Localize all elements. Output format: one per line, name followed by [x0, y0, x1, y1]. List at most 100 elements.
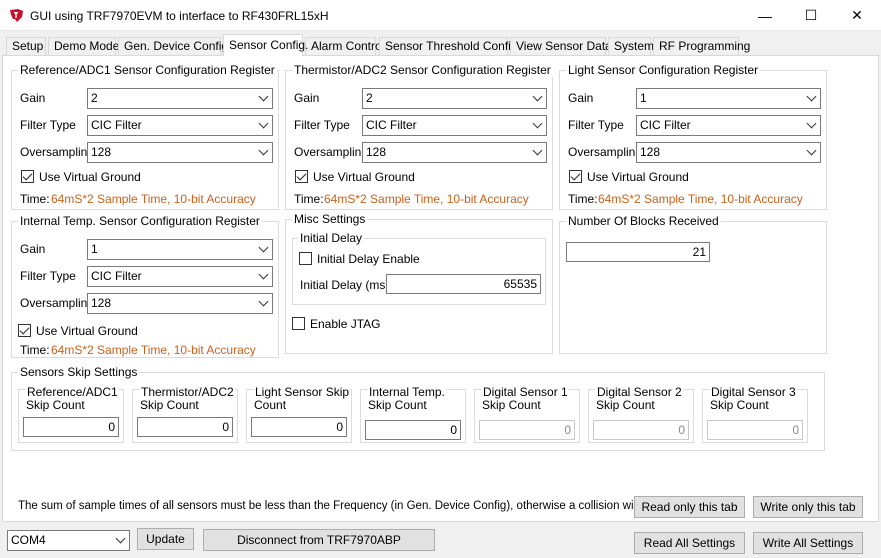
chevron-down-icon [258, 145, 269, 156]
oversampling-label: Oversampling [20, 296, 95, 310]
skip-thermistor-label: Thermistor/ADC2 [140, 385, 235, 399]
tab-demo-mode[interactable]: Demo Mode [48, 37, 119, 55]
initial-delay-label: Initial Delay (ms) [300, 278, 390, 292]
tab-sensor-threshold-config[interactable]: Sensor Threshold Config. [379, 37, 521, 55]
skip-internal-temp-label2: Skip Count [368, 398, 427, 412]
chevron-down-icon [115, 533, 126, 544]
initial-delay-title: Initial Delay [298, 231, 365, 245]
skip-digital-2-input: 0 [593, 420, 689, 440]
initial-delay-enable-checkbox[interactable] [299, 252, 312, 265]
chevron-down-icon [258, 118, 269, 129]
chevron-down-icon [806, 145, 817, 156]
write-all-button[interactable]: Write All Settings [753, 532, 863, 554]
chevron-down-icon [258, 269, 269, 280]
tab-gen-device-config[interactable]: Gen. Device Config [118, 37, 228, 55]
ref-adc1-filter-value: CIC Filter [91, 118, 142, 132]
light-virtual-ground-checkbox[interactable] [569, 170, 582, 183]
light-filter-select[interactable]: CIC Filter [636, 115, 821, 136]
skip-internal-temp-label: Internal Temp. [368, 385, 446, 399]
internal-temp-oversampling-select[interactable]: 128 [87, 293, 273, 314]
thermistor-gain-select[interactable]: 2 [362, 88, 547, 109]
ref-adc1-gain-value: 2 [91, 91, 98, 105]
initial-delay-group [292, 238, 546, 305]
tab-alarm-control[interactable]: Alarm Control [305, 37, 384, 55]
internal-temp-gain-select[interactable]: 1 [87, 239, 273, 260]
chevron-down-icon [532, 118, 543, 129]
skip-ref-adc1-input[interactable]: 0 [23, 417, 119, 437]
blocks-received-group [559, 221, 827, 354]
time-label: Time: [20, 192, 50, 206]
disconnect-button[interactable]: Disconnect from TRF7970ABP [203, 529, 435, 551]
tab-system[interactable]: System [608, 37, 654, 55]
gain-label: Gain [20, 91, 46, 105]
thermistor-oversampling-select[interactable]: 128 [362, 142, 547, 163]
chevron-down-icon [806, 91, 817, 102]
enable-jtag-label: Enable JTAG [310, 317, 381, 331]
blocks-received-value: 21 [566, 242, 710, 262]
light-gain-select[interactable]: 1 [636, 88, 821, 109]
skip-internal-temp-input[interactable]: 0 [365, 420, 461, 440]
thermistor-virtual-ground-checkbox[interactable] [295, 170, 308, 183]
initial-delay-enable-label: Initial Delay Enable [317, 252, 420, 266]
skip-digital-1-input: 0 [479, 420, 575, 440]
skip-digital-3-input: 0 [707, 420, 803, 440]
skip-digital-3-label: Digital Sensor 3 [710, 385, 797, 399]
tab-rf-programming[interactable]: RF Programming [653, 37, 750, 55]
misc-settings-title: Misc Settings [292, 212, 368, 226]
ti-logo-icon [10, 9, 23, 22]
com-port-value: COM4 [11, 533, 46, 547]
use-virtual-ground-label: Use Virtual Ground [313, 170, 415, 184]
light-oversampling-select[interactable]: 128 [636, 142, 821, 163]
internal-temp-gain-value: 1 [91, 242, 98, 256]
skip-light-label: Light Sensor Skip [254, 385, 351, 399]
sensors-skip-title: Sensors Skip Settings [18, 365, 140, 379]
thermistor-gain-value: 2 [366, 91, 373, 105]
filter-type-label: Filter Type [20, 269, 76, 283]
filter-type-label: Filter Type [568, 118, 624, 132]
light-filter-value: CIC Filter [640, 118, 691, 132]
light-time-value: 64mS*2 Sample Time, 10-bit Accuracy [598, 192, 803, 206]
thermistor-filter-value: CIC Filter [366, 118, 417, 132]
thermistor-filter-select[interactable]: CIC Filter [362, 115, 547, 136]
oversampling-label: Oversampling [568, 145, 643, 159]
internal-temp-virtual-ground-checkbox[interactable] [18, 324, 31, 337]
thermistor-time-value: 64mS*2 Sample Time, 10-bit Accuracy [324, 192, 529, 206]
enable-jtag-checkbox[interactable] [292, 317, 305, 330]
thermistor-oversampling-value: 128 [366, 145, 387, 159]
ref-adc1-gain-select[interactable]: 2 [87, 88, 273, 109]
chevron-down-icon [258, 296, 269, 307]
skip-digital-1-label2: Skip Count [482, 398, 541, 412]
minimize-button[interactable]: — [742, 0, 788, 31]
skip-digital-2-label: Digital Sensor 2 [596, 385, 683, 399]
initial-delay-input[interactable]: 65535 [386, 274, 541, 294]
filter-type-label: Filter Type [294, 118, 350, 132]
skip-digital-2-label2: Skip Count [596, 398, 655, 412]
write-tab-button[interactable]: Write only this tab [753, 496, 863, 518]
ref-adc1-group-title: Reference/ADC1 Sensor Configuration Regi… [18, 63, 277, 77]
skip-ref-adc1-label: Reference/ADC1 [26, 385, 119, 399]
skip-thermistor-input[interactable]: 0 [137, 417, 233, 437]
ref-adc1-oversampling-value: 128 [91, 145, 112, 159]
close-button[interactable]: ✕ [834, 0, 880, 31]
skip-thermistor-label2: Skip Count [140, 398, 199, 412]
ref-adc1-filter-select[interactable]: CIC Filter [87, 115, 273, 136]
blocks-received-title: Number Of Blocks Received [566, 214, 721, 228]
filter-type-label: Filter Type [20, 118, 76, 132]
update-button[interactable]: Update [137, 528, 194, 550]
tab-view-sensor-data[interactable]: View Sensor Data [510, 37, 612, 55]
use-virtual-ground-label: Use Virtual Ground [587, 170, 689, 184]
internal-temp-oversampling-value: 128 [91, 296, 112, 310]
chevron-down-icon [532, 145, 543, 156]
read-tab-button[interactable]: Read only this tab [634, 496, 745, 518]
ref-adc1-virtual-ground-checkbox[interactable] [21, 170, 34, 183]
ref-adc1-oversampling-select[interactable]: 128 [87, 142, 273, 163]
com-port-select[interactable]: COM4 [7, 530, 130, 551]
tab-setup[interactable]: Setup [6, 37, 46, 55]
read-all-button[interactable]: Read All Settings [634, 532, 745, 554]
skip-digital-3-label2: Skip Count [710, 398, 769, 412]
tab-sensor-config[interactable]: Sensor Config. [223, 34, 308, 56]
internal-temp-filter-select[interactable]: CIC Filter [87, 266, 273, 287]
skip-light-input[interactable]: 0 [251, 417, 347, 437]
maximize-button[interactable]: ☐ [788, 0, 834, 31]
chevron-down-icon [258, 91, 269, 102]
